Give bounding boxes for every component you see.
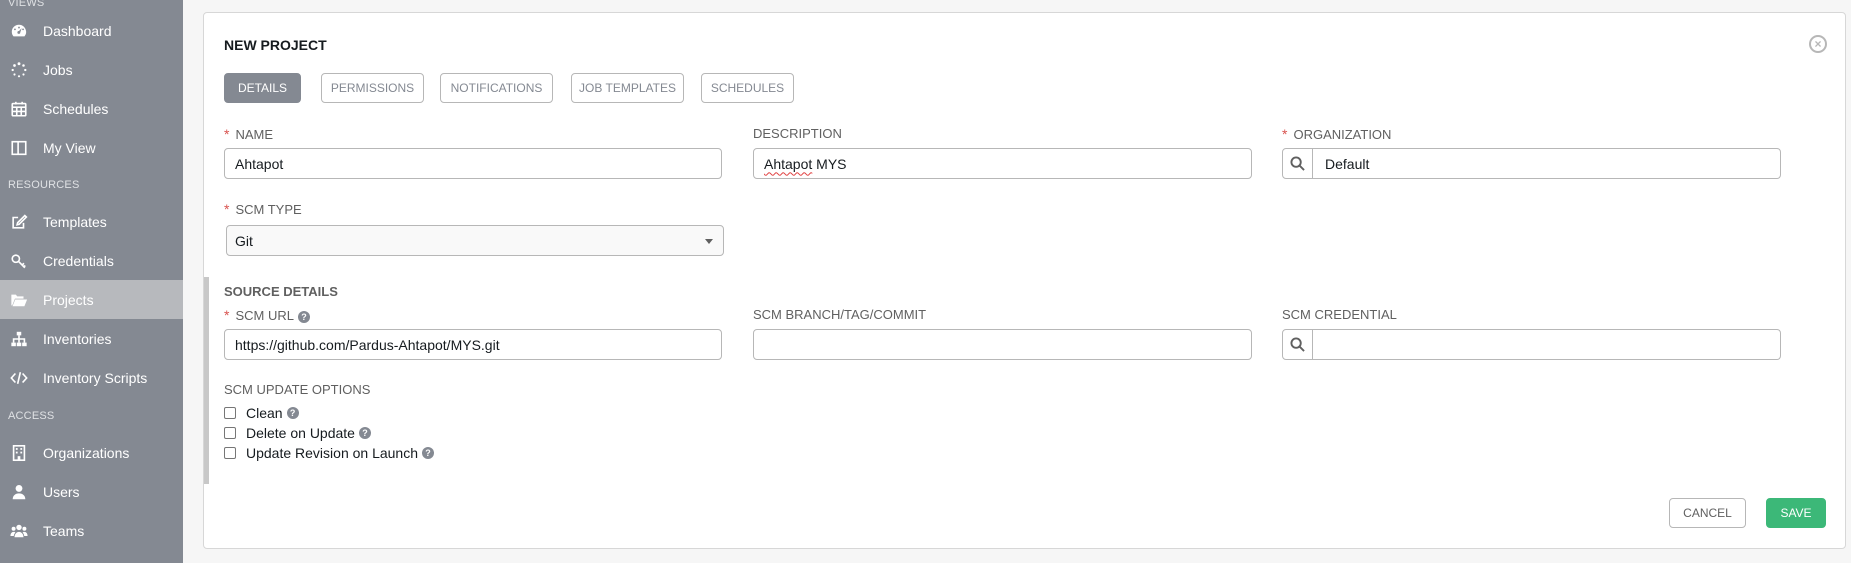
update-on-launch-label: Update Revision on Launch: [246, 445, 419, 461]
sidebar-item-label: Schedules: [43, 100, 109, 117]
scm-url-input[interactable]: https://github.com/Pardus-Ahtapot/MYS.gi…: [224, 329, 722, 360]
delete-on-update-label: Delete on Update: [246, 425, 355, 441]
user-icon: [9, 482, 29, 502]
name-label: * NAME: [224, 126, 273, 142]
sidebar-item-label: Credentials: [43, 252, 114, 269]
sidebar-item-projects[interactable]: Projects: [0, 280, 183, 319]
dashboard-icon: [9, 21, 29, 41]
clean-option: Clean ?: [224, 405, 299, 421]
sitemap-icon: [9, 329, 29, 349]
sidebar-section-access: ACCESS: [8, 410, 55, 422]
description-label: DESCRIPTION: [753, 126, 842, 141]
jobs-spinner-icon: [9, 60, 29, 80]
help-icon[interactable]: ?: [286, 407, 299, 419]
sidebar-item-teams[interactable]: Teams: [0, 511, 183, 550]
sidebar-item-label: Teams: [43, 522, 85, 539]
organization-input[interactable]: Default: [1313, 149, 1780, 178]
code-icon: [9, 368, 29, 388]
sidebar-item-label: Organizations: [43, 444, 130, 461]
sidebar-item-organizations[interactable]: Organizations: [0, 433, 183, 472]
close-icon[interactable]: ×: [1809, 35, 1827, 53]
save-button[interactable]: SAVE: [1766, 498, 1826, 528]
delete-on-update-option: Delete on Update ?: [224, 425, 371, 441]
name-label-text: NAME: [235, 127, 274, 142]
organization-label-text: ORGANIZATION: [1293, 127, 1392, 142]
search-icon[interactable]: [1283, 330, 1313, 359]
tab-schedules[interactable]: SCHEDULES: [701, 73, 794, 103]
sidebar-item-label: Dashboard: [43, 22, 112, 39]
panel-title: NEW PROJECT: [224, 37, 327, 53]
tab-job-templates[interactable]: JOB TEMPLATES: [571, 73, 684, 103]
required-marker: *: [1282, 126, 1288, 142]
update-on-launch-option: Update Revision on Launch ?: [224, 445, 435, 461]
scm-branch-label: SCM BRANCH/TAG/COMMIT: [753, 307, 927, 322]
scm-url-label: * SCM URL?: [224, 307, 310, 323]
users-icon: [9, 521, 29, 541]
sidebar-item-label: Templates: [43, 213, 107, 230]
description-input[interactable]: Ahtapot MYS: [753, 148, 1252, 179]
columns-icon: [9, 138, 29, 158]
search-icon[interactable]: [1283, 149, 1313, 178]
tab-details[interactable]: DETAILS: [224, 73, 301, 103]
help-icon[interactable]: ?: [358, 427, 371, 439]
cancel-button[interactable]: CANCEL: [1669, 498, 1746, 528]
scm-type-value: Git: [235, 232, 253, 249]
sidebar-item-label: Users: [43, 483, 80, 500]
sidebar-item-credentials[interactable]: Credentials: [0, 241, 183, 280]
sidebar-item-label: My View: [43, 139, 96, 156]
sidebar-item-users[interactable]: Users: [0, 472, 183, 511]
help-icon[interactable]: ?: [422, 447, 435, 459]
sidebar-item-label: Jobs: [43, 61, 73, 78]
clean-label: Clean: [246, 405, 283, 421]
sidebar-item-dashboard[interactable]: Dashboard: [0, 11, 183, 50]
organization-lookup: Default: [1282, 148, 1781, 179]
required-marker: *: [224, 307, 230, 323]
new-project-panel: NEW PROJECT × DETAILS PERMISSIONS NOTIFI…: [203, 12, 1846, 549]
scm-type-label-text: SCM TYPE: [235, 202, 302, 217]
description-word-1: Ahtapot: [764, 155, 813, 172]
tab-notifications[interactable]: NOTIFICATIONS: [440, 73, 553, 103]
scm-credential-input[interactable]: [1313, 330, 1780, 359]
description-word-2: MYS: [812, 155, 847, 172]
sidebar-item-label: Inventories: [43, 330, 112, 347]
tab-permissions[interactable]: PERMISSIONS: [321, 73, 424, 103]
organization-label: * ORGANIZATION: [1282, 126, 1391, 142]
pencil-square-icon: [9, 212, 29, 232]
building-icon: [9, 443, 29, 463]
sidebar-item-schedules[interactable]: Schedules: [0, 89, 183, 128]
sidebar-item-label: Inventory Scripts: [43, 369, 148, 386]
folder-open-icon: [9, 290, 29, 310]
update-on-launch-checkbox[interactable]: [224, 447, 236, 459]
sidebar-item-jobs[interactable]: Jobs: [0, 50, 183, 89]
sidebar-section-resources: RESOURCES: [8, 179, 80, 191]
required-marker: *: [224, 201, 230, 217]
sidebar-item-inventory-scripts[interactable]: Inventory Scripts: [0, 358, 183, 397]
scm-credential-label: SCM CREDENTIAL: [1282, 307, 1397, 322]
scm-update-options-label: SCM UPDATE OPTIONS: [224, 382, 371, 397]
scm-type-label: * SCM TYPE: [224, 201, 302, 217]
sidebar-section-views: VIEWS: [8, 0, 45, 9]
name-input[interactable]: Ahtapot: [224, 148, 722, 179]
scm-credential-lookup: [1282, 329, 1781, 360]
sidebar-item-my-view[interactable]: My View: [0, 128, 183, 167]
chevron-down-icon: [705, 239, 713, 244]
key-icon: [9, 251, 29, 271]
scm-branch-input[interactable]: [753, 329, 1252, 360]
sidebar-item-templates[interactable]: Templates: [0, 202, 183, 241]
help-icon[interactable]: ?: [297, 310, 310, 323]
source-details-title: SOURCE DETAILS: [224, 284, 338, 299]
sidebar: VIEWS Dashboard Jobs Schedules My View R…: [0, 0, 183, 563]
scm-type-select[interactable]: Git: [226, 225, 724, 256]
delete-on-update-checkbox[interactable]: [224, 427, 236, 439]
sidebar-item-inventories[interactable]: Inventories: [0, 319, 183, 358]
scm-url-label-text: SCM URL: [235, 308, 294, 323]
calendar-icon: [9, 99, 29, 119]
required-marker: *: [224, 126, 230, 142]
sidebar-item-label: Projects: [43, 291, 94, 308]
source-details-bar: [204, 277, 209, 484]
clean-checkbox[interactable]: [224, 407, 236, 419]
